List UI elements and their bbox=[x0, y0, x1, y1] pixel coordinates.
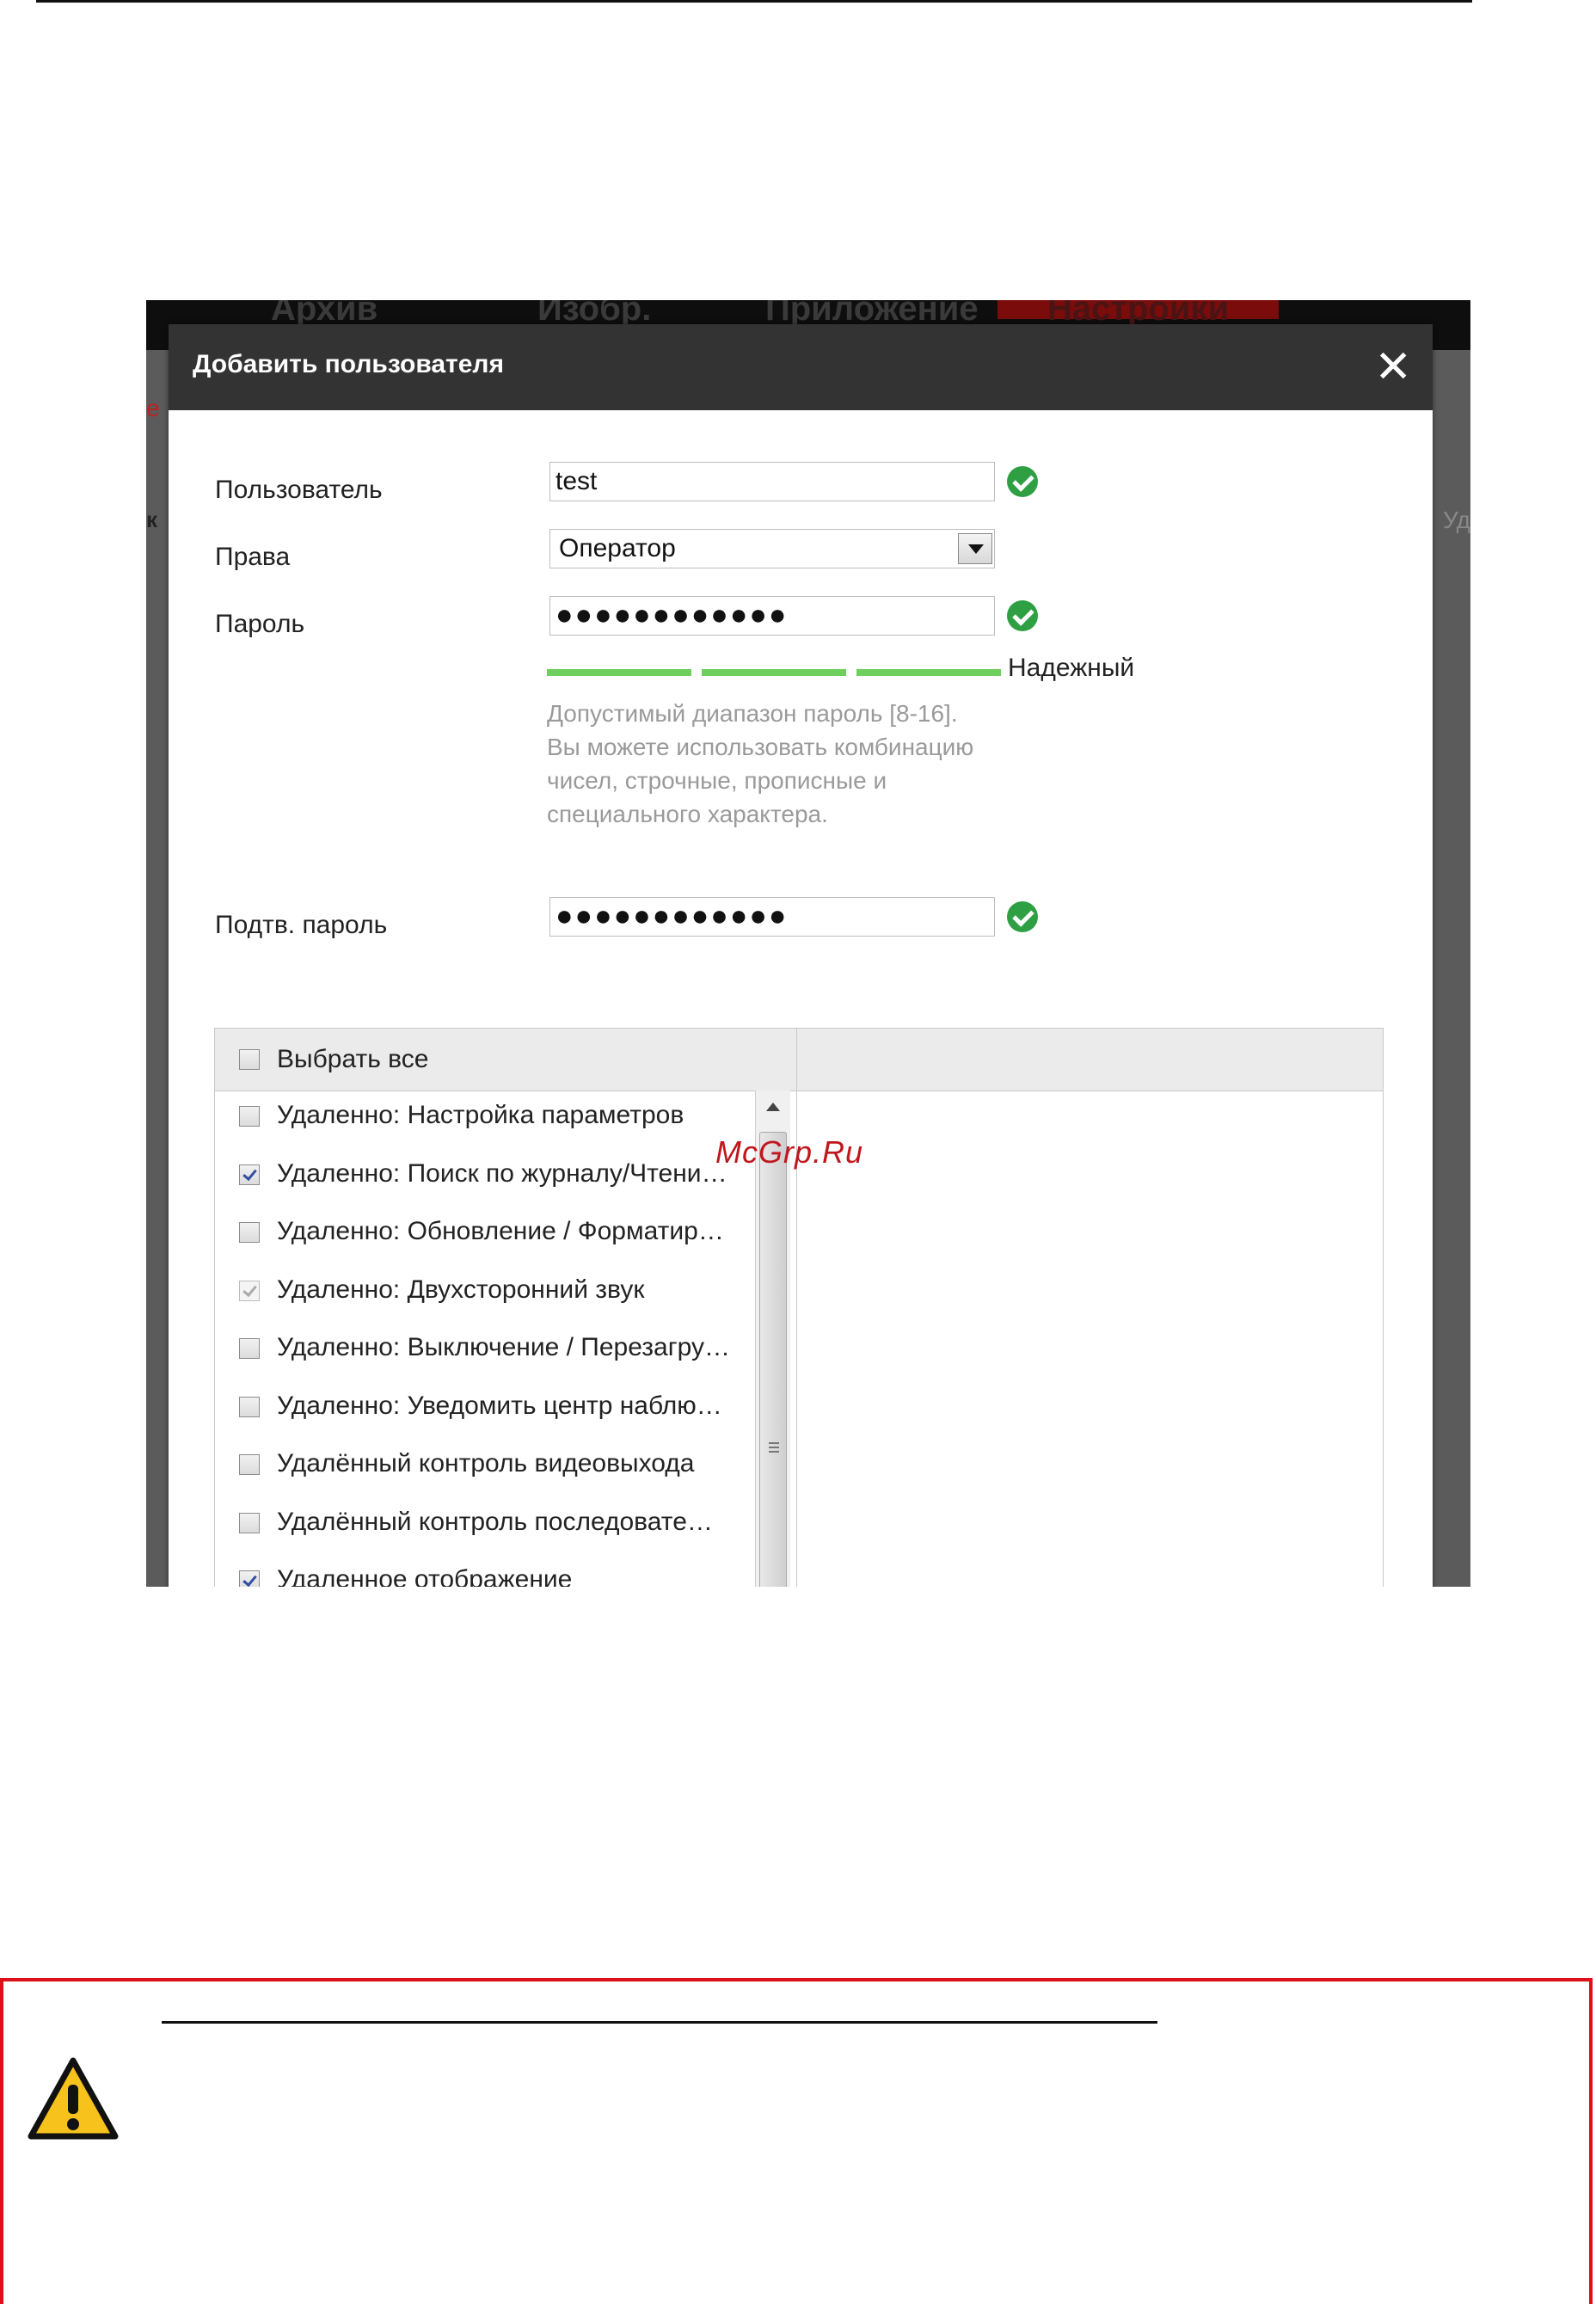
rights-selected-value: Оператор bbox=[559, 534, 676, 562]
nav-settings[interactable]: Настройки bbox=[998, 300, 1280, 328]
screenshot-region: Архив Изобр. Приложение Настройки е к Уд… bbox=[146, 300, 1470, 1587]
permission-label: Удаленное отображение bbox=[277, 1565, 573, 1587]
password-valid-icon bbox=[1007, 600, 1038, 631]
strength-segment-1 bbox=[547, 669, 691, 676]
permission-label: Удалённый контроль видеовыхода bbox=[277, 1449, 695, 1478]
scroll-thumb[interactable] bbox=[759, 1132, 787, 1587]
user-valid-icon bbox=[1007, 466, 1038, 497]
password-hint: Допустимый диапазон пароль [8-16]. Вы мо… bbox=[547, 700, 974, 827]
password-label: Пароль bbox=[215, 610, 305, 638]
close-icon[interactable]: ✕ bbox=[1374, 341, 1412, 393]
permission-label: Удаленно: Поиск по журналу/Чтени… bbox=[277, 1158, 727, 1188]
scroll-grip-icon bbox=[769, 1442, 779, 1455]
permission-label: Удалённый контроль последовате… bbox=[277, 1507, 713, 1536]
watermark: McGrp.Ru bbox=[715, 1134, 864, 1170]
background-button-fragment: Уд bbox=[1443, 507, 1470, 533]
page-top-rule bbox=[36, 0, 1472, 3]
background-right-panel bbox=[1433, 350, 1470, 1587]
permission-label: Удаленно: Настройка параметров bbox=[277, 1101, 684, 1129]
permission-label: Удаленно: Двухсторонний звук bbox=[277, 1275, 645, 1304]
permission-checkbox[interactable] bbox=[239, 1338, 260, 1359]
permission-checkbox[interactable] bbox=[239, 1512, 260, 1533]
chevron-down-icon[interactable] bbox=[958, 533, 992, 564]
dialog-title: Добавить пользователя bbox=[193, 350, 504, 378]
strength-segment-3 bbox=[856, 669, 1001, 676]
select-all-label: Выбрать все bbox=[277, 1045, 429, 1073]
warning-icon bbox=[28, 2057, 119, 2140]
select-all-checkbox[interactable] bbox=[239, 1049, 260, 1070]
strength-label: Надежный bbox=[1008, 654, 1135, 682]
rights-select[interactable]: Оператор bbox=[549, 529, 995, 568]
background-label-fragment: к bbox=[146, 507, 158, 532]
warning-heading-rule bbox=[162, 2021, 1157, 2024]
permission-checkbox[interactable] bbox=[239, 1106, 260, 1127]
permission-label: Удаленно: Уведомить центр наблю… bbox=[277, 1391, 722, 1420]
dialog-header: Добавить пользователя ✕ bbox=[169, 324, 1433, 410]
password-input[interactable]: ●●●●●●●●●●●● bbox=[549, 596, 995, 636]
permissions-header: Выбрать все bbox=[215, 1029, 1383, 1091]
permission-checkbox[interactable] bbox=[239, 1454, 260, 1475]
confirm-password-input[interactable]: ●●●●●●●●●●●● bbox=[549, 897, 995, 937]
confirm-valid-icon bbox=[1007, 901, 1038, 932]
permission-label: Удаленно: Выключение / Перезагру… bbox=[277, 1333, 730, 1361]
user-label: Пользователь bbox=[215, 476, 383, 504]
rights-label: Права bbox=[215, 543, 291, 571]
confirm-password-label: Подтв. пароль bbox=[215, 911, 388, 939]
add-user-dialog: Добавить пользователя ✕ Пользователь tes… bbox=[169, 324, 1433, 1587]
permission-checkbox[interactable] bbox=[239, 1164, 260, 1185]
permission-checkbox[interactable] bbox=[239, 1222, 260, 1243]
permissions-column-divider bbox=[796, 1029, 797, 1587]
background-left-panel bbox=[146, 350, 169, 1587]
background-tab-fragment: е bbox=[146, 395, 160, 421]
strength-segment-2 bbox=[702, 669, 846, 676]
user-input[interactable]: test bbox=[549, 462, 995, 501]
permissions-table: Выбрать все Удаленно: Настройка параметр… bbox=[214, 1028, 1384, 1587]
permission-checkbox bbox=[239, 1280, 260, 1301]
warning-box bbox=[0, 1978, 1593, 2304]
scroll-up-icon[interactable] bbox=[766, 1103, 780, 1111]
permission-label: Удаленно: Обновление / Форматир… bbox=[277, 1217, 724, 1245]
permission-checkbox[interactable] bbox=[239, 1570, 260, 1587]
permission-checkbox[interactable] bbox=[239, 1396, 260, 1417]
